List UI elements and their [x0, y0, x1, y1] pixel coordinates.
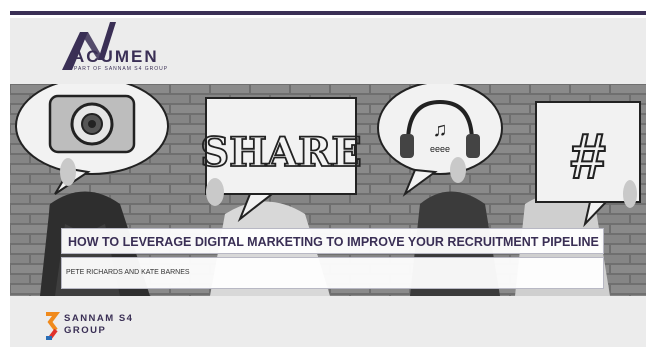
footer-brand-line1: SANNAM S4 [64, 313, 134, 324]
top-bar [0, 0, 646, 18]
authors-text: PETE RICHARDS AND KATE BARNES [66, 269, 190, 276]
svg-text:eeee: eeee [430, 144, 450, 154]
left-margin [0, 0, 10, 347]
authors-box: PETE RICHARDS AND KATE BARNES [61, 257, 604, 289]
svg-text:♫: ♫ [433, 119, 448, 141]
hash-sign-text: # [570, 120, 606, 192]
top-accent-line [10, 11, 646, 15]
brand-name: ACUMEN [72, 47, 159, 66]
share-sign-text: SHARE [200, 129, 361, 176]
page-title: HOW TO LEVERAGE DIGITAL MARKETING TO IMP… [68, 235, 599, 249]
footer-brand-line2: GROUP [64, 325, 107, 336]
brand-tagline: PART OF SANNAM S4 GROUP [74, 66, 169, 72]
title-box: HOW TO LEVERAGE DIGITAL MARKETING TO IMP… [61, 228, 604, 254]
